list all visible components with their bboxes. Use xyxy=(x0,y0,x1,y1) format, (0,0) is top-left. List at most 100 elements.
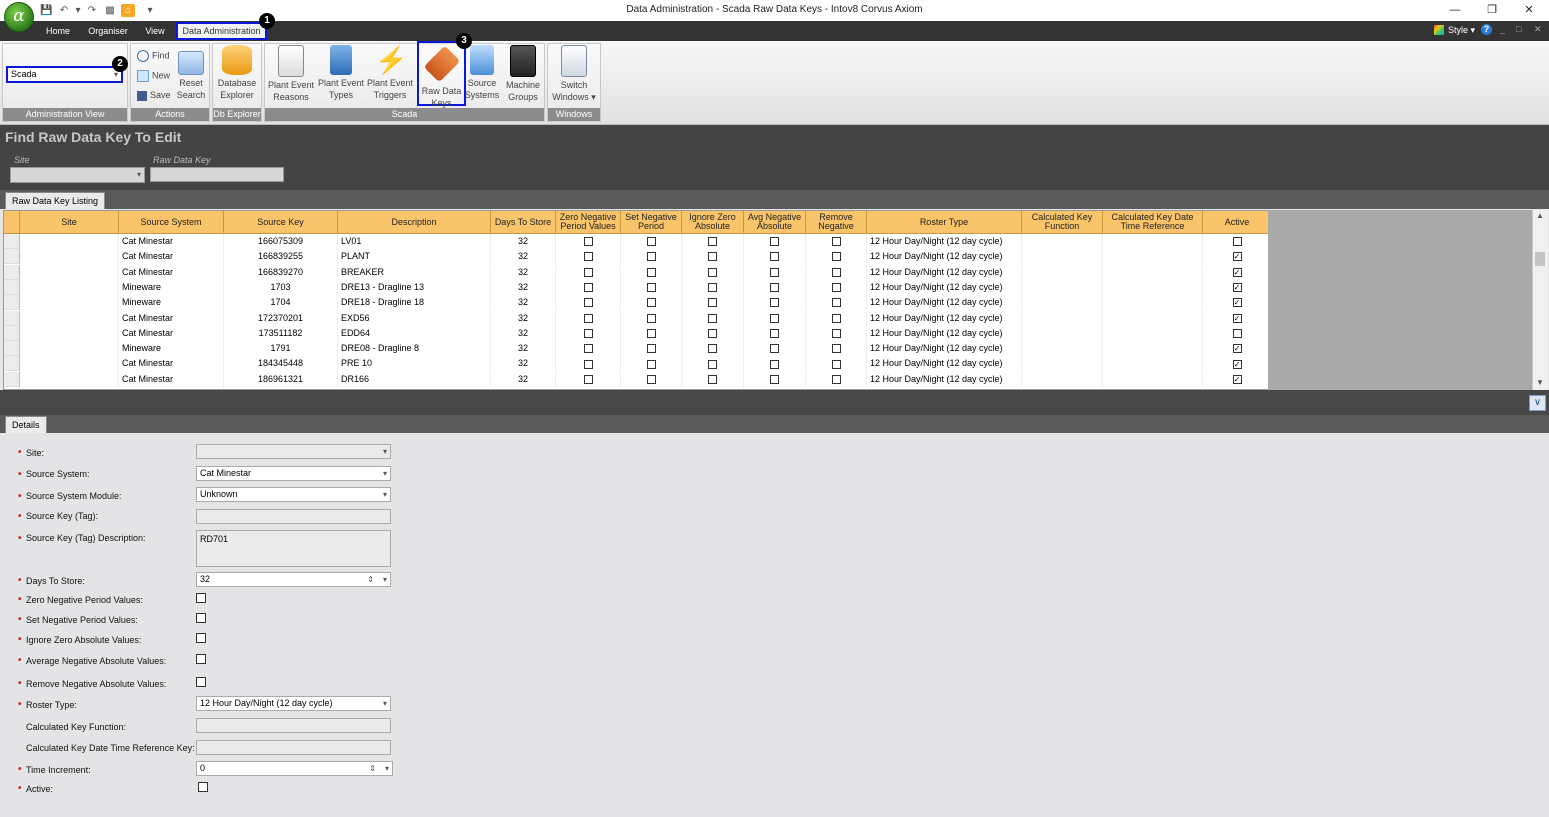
table-row[interactable]: Mineware 1791 DRE08 - Dragline 8 32 12 Hour … xyxy=(4,341,1272,357)
ignore-zero-checkbox[interactable] xyxy=(708,283,717,293)
help-icon[interactable]: ? xyxy=(1481,24,1492,35)
set-negative-checkbox[interactable] xyxy=(646,298,656,308)
chevron-down-icon[interactable]: ▾ xyxy=(383,573,387,586)
spinner-icon[interactable]: ⇕ xyxy=(367,573,374,586)
avg-negative-checkbox[interactable] xyxy=(770,283,779,293)
active-checkbox[interactable] xyxy=(1232,237,1242,247)
ignore-zero-checkbox[interactable] xyxy=(708,298,717,308)
ignore-zero-checkbox[interactable] xyxy=(708,374,717,384)
new-button[interactable]: New xyxy=(137,70,170,82)
remove-negative-checkbox[interactable] xyxy=(831,252,841,262)
ignore-zero-checkbox[interactable] xyxy=(708,237,717,247)
table-row[interactable]: Cat Minestar 166075309 LV01 32 12 Hour Day/N… xyxy=(4,234,1272,249)
tab-data-administration[interactable]: Data Administration xyxy=(176,22,267,40)
scroll-thumb[interactable] xyxy=(1535,252,1545,266)
active-checkbox[interactable]: ✓ xyxy=(1232,252,1242,262)
set-negative-checkbox[interactable] xyxy=(646,374,656,384)
find-raw-data-key-input[interactable] xyxy=(150,167,284,182)
plant-event-types-button[interactable]: Plant Event Types xyxy=(317,45,365,101)
average-negative-checkbox[interactable] xyxy=(196,654,206,664)
active-checkbox[interactable]: ✓ xyxy=(1232,359,1242,369)
table-row[interactable]: Cat Minestar 172370201 EXD56 32 12 Hour Day/… xyxy=(4,310,1272,326)
site-select[interactable]: ▾ xyxy=(196,444,391,459)
roster-type-select[interactable]: 12 Hour Day/Night (12 day cycle) ▾ xyxy=(196,696,391,711)
tab-organiser[interactable]: Organiser xyxy=(84,22,132,40)
tab-raw-data-key-listing[interactable]: Raw Data Key Listing xyxy=(5,192,106,209)
plant-event-triggers-button[interactable]: ⚡ Plant Event Triggers xyxy=(366,45,414,101)
active-checkbox[interactable]: ✓ xyxy=(1232,283,1242,293)
ignore-zero-checkbox[interactable] xyxy=(708,313,717,323)
row-selector[interactable] xyxy=(4,310,20,326)
remove-negative-checkbox[interactable] xyxy=(831,298,841,308)
zero-negative-checkbox[interactable] xyxy=(583,267,593,277)
active-checkbox[interactable] xyxy=(1232,328,1242,338)
column-header[interactable]: Calculated Key Function xyxy=(1022,211,1103,234)
source-system-module-select[interactable]: Unknown ▾ xyxy=(196,487,391,502)
avg-negative-checkbox[interactable] xyxy=(770,313,779,323)
avg-negative-checkbox[interactable] xyxy=(770,374,779,384)
column-header[interactable]: Roster Type xyxy=(867,211,1022,234)
active-checkbox[interactable] xyxy=(198,782,208,792)
table-row[interactable]: Cat Minestar 166839270 BREAKER 32 12 Hour Da… xyxy=(4,264,1272,280)
avg-negative-checkbox[interactable] xyxy=(770,328,779,338)
zero-negative-checkbox[interactable] xyxy=(583,359,593,369)
table-row[interactable]: Cat Minestar 184345448 PRE 10 32 12 Hour Day… xyxy=(4,356,1272,372)
set-negative-checkbox[interactable] xyxy=(646,313,656,323)
admin-view-select[interactable]: Scada ▾ xyxy=(6,66,123,83)
source-key-description-textarea[interactable]: RD701 xyxy=(196,530,391,567)
row-selector[interactable] xyxy=(4,325,20,341)
zero-negative-checkbox[interactable] xyxy=(583,298,593,308)
row-selector[interactable] xyxy=(4,295,20,311)
chevron-down-icon[interactable]: ▾ xyxy=(385,762,389,775)
zero-negative-checkbox[interactable] xyxy=(583,344,593,354)
zero-negative-checkbox[interactable] xyxy=(583,374,593,384)
avg-negative-checkbox[interactable] xyxy=(770,252,779,262)
row-selector[interactable] xyxy=(4,356,20,372)
active-checkbox[interactable]: ✓ xyxy=(1232,374,1242,384)
calculated-key-ref-input[interactable] xyxy=(196,740,391,755)
set-negative-checkbox[interactable] xyxy=(646,267,656,277)
source-systems-button[interactable]: Source Systems xyxy=(464,45,500,101)
set-negative-checkbox[interactable] xyxy=(646,283,656,293)
set-negative-checkbox[interactable] xyxy=(646,344,656,354)
app-menu-orb-icon[interactable]: α xyxy=(4,2,34,32)
table-row[interactable]: Cat Minestar 186961321 DR166 32 12 Hour Day/… xyxy=(4,371,1272,387)
remove-negative-checkbox[interactable] xyxy=(831,328,841,338)
ignore-zero-checkbox[interactable] xyxy=(708,359,717,369)
tab-details[interactable]: Details xyxy=(5,416,47,433)
database-explorer-button[interactable]: Database Explorer xyxy=(214,45,260,101)
avg-negative-checkbox[interactable] xyxy=(770,298,779,308)
set-negative-checkbox[interactable] xyxy=(646,252,656,262)
minimize-button[interactable]: — xyxy=(1440,2,1470,18)
remove-negative-checkbox[interactable] xyxy=(831,313,841,323)
column-header[interactable]: Set Negative Period xyxy=(621,211,682,234)
remove-negative-checkbox[interactable] xyxy=(196,677,206,687)
days-to-store-spinner[interactable]: 32 ⇕ ▾ xyxy=(196,572,391,587)
ignore-zero-checkbox[interactable] xyxy=(708,252,717,262)
column-header[interactable]: Remove Negative xyxy=(806,211,867,234)
ignore-zero-checkbox[interactable] xyxy=(196,633,206,643)
table-row[interactable]: Mineware 1703 DRE13 - Dragline 13 32 12 Hour… xyxy=(4,279,1272,295)
ribbon-restore-icon[interactable]: □ xyxy=(1516,24,1521,34)
row-selector[interactable] xyxy=(4,371,20,387)
plant-event-reasons-button[interactable]: Plant Event Reasons xyxy=(267,45,315,103)
avg-negative-checkbox[interactable] xyxy=(770,237,779,247)
grid-vertical-scrollbar[interactable]: ▲ ▼ xyxy=(1532,210,1548,390)
reset-search-button[interactable]: Reset Search xyxy=(174,45,208,101)
ignore-zero-checkbox[interactable] xyxy=(708,344,717,354)
time-increment-spinner[interactable]: 0 ⇕ ▾ xyxy=(196,761,393,776)
remove-negative-checkbox[interactable] xyxy=(831,344,841,354)
zero-negative-checkbox[interactable] xyxy=(583,328,593,338)
scroll-down-icon[interactable]: ▼ xyxy=(1536,378,1544,387)
row-selector[interactable] xyxy=(4,341,20,357)
scroll-up-icon[interactable]: ▲ xyxy=(1536,211,1544,220)
restore-button[interactable]: ❐ xyxy=(1477,2,1507,18)
zero-negative-checkbox[interactable] xyxy=(583,237,593,247)
column-header[interactable]: Source Key xyxy=(224,211,338,234)
zero-negative-checkbox[interactable] xyxy=(196,593,206,603)
column-header[interactable]: Zero Negative Period Values xyxy=(556,211,621,234)
zero-negative-checkbox[interactable] xyxy=(583,252,593,262)
table-row[interactable]: Mineware 1704 DRE18 - Dragline 18 32 12 Hour… xyxy=(4,295,1272,311)
active-checkbox[interactable]: ✓ xyxy=(1232,298,1242,308)
column-header[interactable]: Days To Store xyxy=(491,211,556,234)
